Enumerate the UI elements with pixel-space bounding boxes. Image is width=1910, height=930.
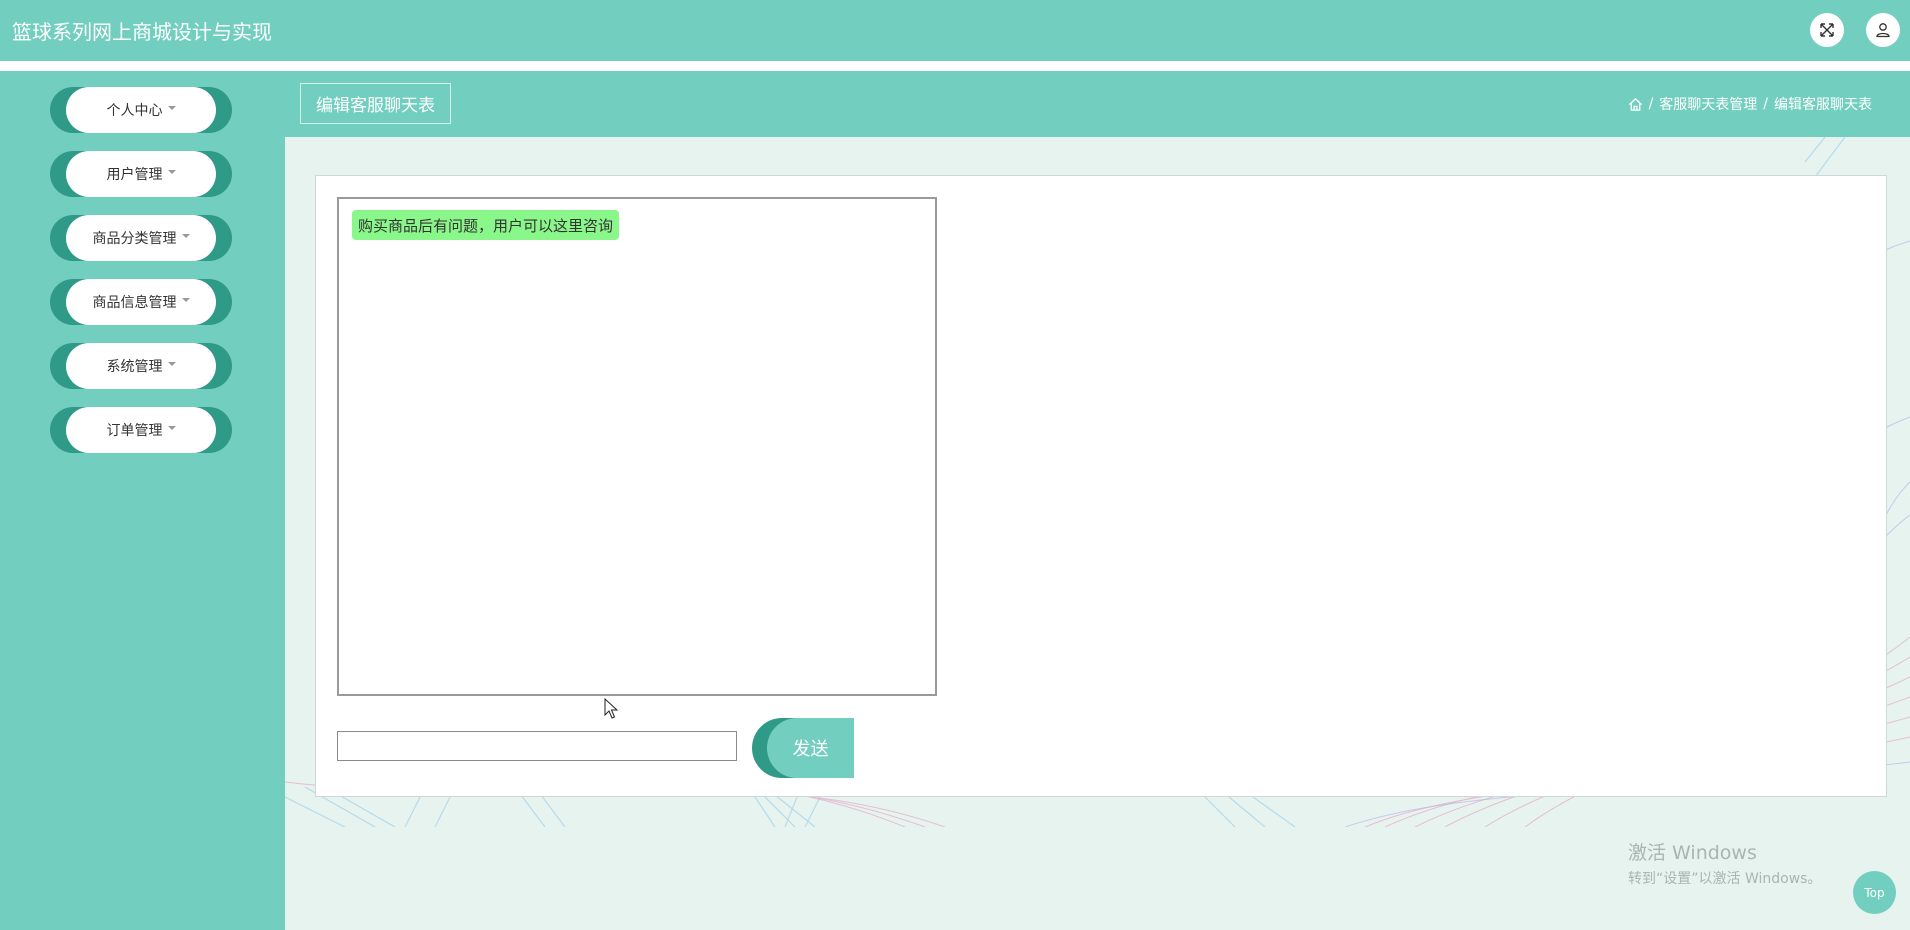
caret-down-icon	[181, 234, 190, 238]
user-button[interactable]	[1866, 13, 1900, 47]
chat-history-box[interactable]: 购买商品后有问题，用户可以这里咨询	[337, 197, 937, 696]
menu-pill: 系统管理	[66, 343, 216, 389]
caret-down-icon	[167, 170, 176, 174]
chat-message-input[interactable]	[337, 731, 737, 761]
sidebar-item-label: 用户管理	[106, 167, 163, 183]
breadcrumb: / 客服聊天表管理 / 编辑客服聊天表	[1628, 94, 1872, 114]
sidebar-item-user-management[interactable]: 用户管理	[50, 151, 232, 197]
caret-down-icon	[167, 426, 176, 430]
breadcrumb-item-current: 编辑客服聊天表	[1774, 97, 1872, 113]
fullscreen-button[interactable]	[1810, 13, 1844, 47]
back-to-top-button[interactable]: Top	[1853, 871, 1896, 914]
header-divider	[0, 61, 1910, 71]
home-icon[interactable]	[1628, 97, 1643, 112]
page-title: 编辑客服聊天表	[300, 83, 451, 124]
watermark-title: 激活 Windows	[1628, 842, 1757, 864]
menu-pill: 个人中心	[66, 87, 216, 133]
menu-pill: 商品分类管理	[66, 215, 216, 261]
send-button-label: 发送	[767, 718, 854, 778]
sidebar: 个人中心 用户管理 商品分类管理 商品信息管理 系统管理 订单管理	[0, 71, 285, 930]
app-root: 篮球系列网上商城设计与实现 个人中心 用户管理 商品分类管理 商品信息管理 系统…	[0, 0, 1910, 930]
send-button[interactable]: 发送	[752, 718, 854, 778]
sidebar-item-label: 订单管理	[106, 423, 163, 439]
watermark-subtitle: 转到“设置”以激活 Windows。	[1628, 871, 1822, 887]
sidebar-item-label: 个人中心	[106, 103, 163, 119]
sidebar-item-label: 商品分类管理	[92, 231, 177, 247]
sidebar-item-product-management[interactable]: 商品信息管理	[50, 279, 232, 325]
sidebar-item-order-management[interactable]: 订单管理	[50, 407, 232, 453]
menu-pill: 用户管理	[66, 151, 216, 197]
menu-pill: 订单管理	[66, 407, 216, 453]
expand-icon	[1820, 23, 1834, 37]
app-title: 篮球系列网上商城设计与实现	[12, 20, 272, 44]
top-header: 篮球系列网上商城设计与实现	[0, 0, 1910, 61]
sidebar-item-personal-center[interactable]: 个人中心	[50, 87, 232, 133]
sidebar-item-system-management[interactable]: 系统管理	[50, 343, 232, 389]
caret-down-icon	[167, 362, 176, 366]
chat-message: 购买商品后有问题，用户可以这里咨询	[352, 210, 620, 240]
content-header: 编辑客服聊天表 / 客服聊天表管理 / 编辑客服聊天表	[285, 71, 1910, 137]
caret-down-icon	[181, 298, 190, 302]
windows-activation-watermark: 激活 Windows 转到“设置”以激活 Windows。	[1628, 838, 1821, 888]
chat-edit-card: 购买商品后有问题，用户可以这里咨询 发送	[315, 175, 1887, 797]
breadcrumb-separator: /	[1648, 96, 1654, 112]
sidebar-item-label: 商品信息管理	[92, 295, 177, 311]
sidebar-item-category-management[interactable]: 商品分类管理	[50, 215, 232, 261]
breadcrumb-item-chat-management[interactable]: 客服聊天表管理	[1659, 94, 1757, 114]
mouse-cursor-icon	[604, 698, 618, 719]
user-icon	[1876, 23, 1890, 38]
caret-down-icon	[167, 106, 176, 110]
menu-pill: 商品信息管理	[66, 279, 216, 325]
breadcrumb-separator: /	[1763, 96, 1768, 112]
sidebar-item-label: 系统管理	[106, 359, 163, 375]
header-actions	[1810, 13, 1900, 47]
